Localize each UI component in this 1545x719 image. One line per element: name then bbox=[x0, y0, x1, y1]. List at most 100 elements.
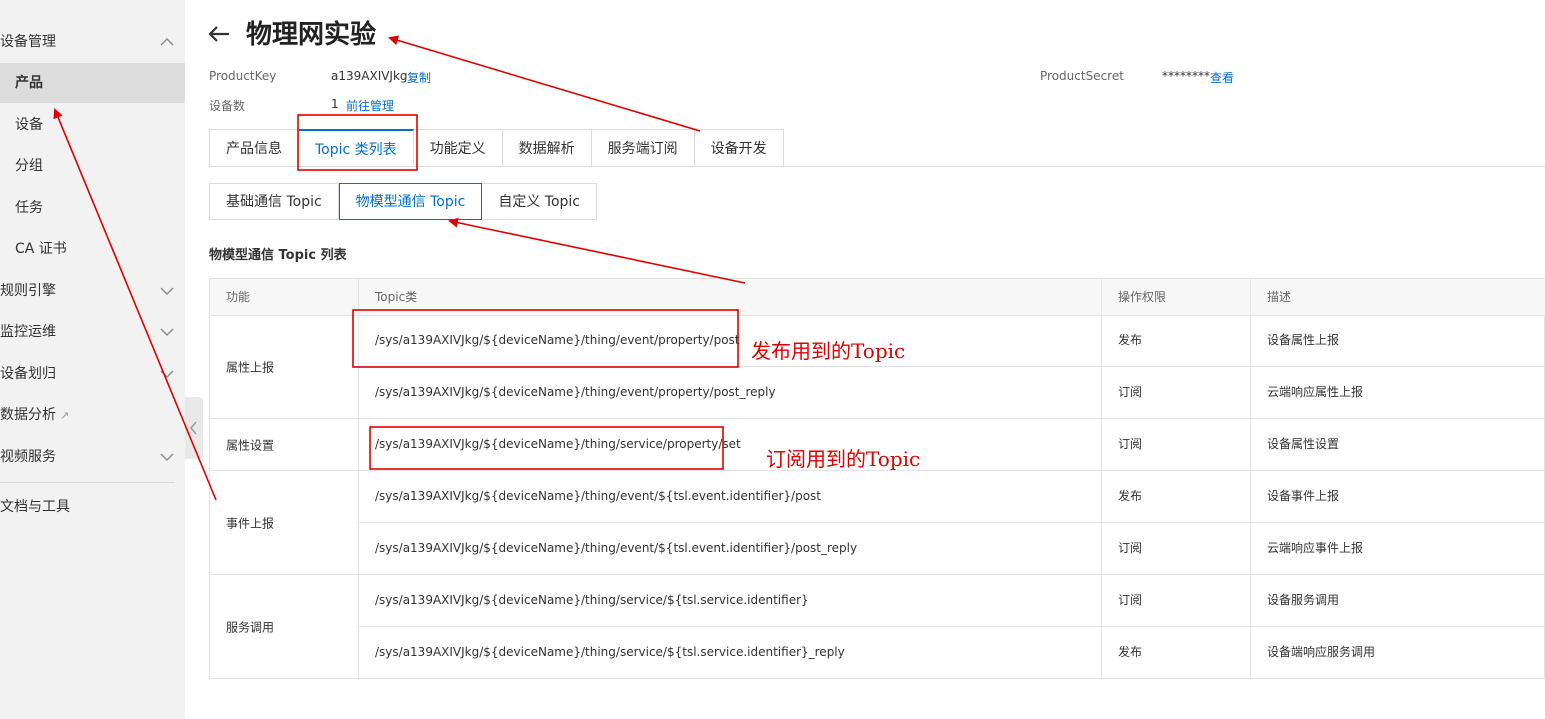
description-cell: 设备端响应服务调用 bbox=[1267, 645, 1376, 659]
table-row: /sys/a139AXIVJkg/${deviceName}/thing/ser… bbox=[359, 419, 1545, 471]
sidebar-item-label: 监控运维 bbox=[0, 324, 56, 340]
function-label: 事件上报 bbox=[226, 516, 275, 530]
arrow-left-icon[interactable] bbox=[205, 19, 235, 49]
sidebar-item-label: 分组 bbox=[15, 158, 43, 174]
table-row: /sys/a139AXIVJkg/${deviceName}/thing/eve… bbox=[359, 471, 1545, 523]
permission-cell: 订阅 bbox=[1118, 437, 1143, 451]
annotation-subscribe: 订阅用到的Topic bbox=[766, 447, 921, 471]
sidebar-item-label: 设备划归 bbox=[0, 366, 56, 382]
function-label: 属性上报 bbox=[226, 360, 275, 374]
sub-tabs: 基础通信 Topic 物模型通信 Topic 自定义 Topic bbox=[209, 183, 598, 220]
function-label: 服务调用 bbox=[226, 620, 275, 634]
description-cell: 云端响应属性上报 bbox=[1267, 385, 1364, 399]
tab-data-parsing[interactable]: 数据解析 bbox=[502, 129, 592, 167]
topic-cell: /sys/a139AXIVJkg/${deviceName}/thing/ser… bbox=[375, 437, 741, 451]
tab-server-subscription[interactable]: 服务端订阅 bbox=[591, 129, 695, 167]
function-cell: 事件上报 bbox=[210, 471, 359, 575]
sidebar-item-label: 产品 bbox=[15, 75, 43, 91]
device-count-value: 1 bbox=[331, 97, 339, 111]
tabs-divider bbox=[209, 166, 1545, 167]
table-row: /sys/a139AXIVJkg/${deviceName}/thing/ser… bbox=[359, 575, 1545, 627]
permission-cell: 发布 bbox=[1118, 333, 1143, 347]
chevron-down-icon bbox=[160, 370, 174, 378]
sidebar-item-docs-tools[interactable]: 文档与工具 bbox=[0, 487, 185, 527]
column-header-permission: 操作权限 bbox=[1118, 290, 1167, 304]
sidebar-item-task[interactable]: 任务 bbox=[0, 188, 185, 228]
sidebar-item-video-service[interactable]: 视频服务 bbox=[0, 437, 185, 477]
description-cell: 设备属性设置 bbox=[1267, 437, 1340, 451]
sidebar: 设备管理 产品 设备 分组 任务 CA 证书 规则引擎 监控运维 设备划归 数据… bbox=[0, 0, 185, 719]
annotation-publish: 发布用到的Topic bbox=[751, 339, 906, 363]
sidebar-item-label: 视频服务 bbox=[0, 449, 56, 465]
chevron-down-icon bbox=[160, 453, 174, 461]
sidebar-item-label: 数据分析 bbox=[0, 407, 56, 423]
product-key-label: ProductKey bbox=[209, 69, 277, 83]
chevron-up-icon bbox=[160, 38, 174, 46]
sidebar-item-label: 规则引擎 bbox=[0, 283, 56, 299]
tab-product-info[interactable]: 产品信息 bbox=[209, 129, 299, 167]
sidebar-divider bbox=[0, 482, 175, 483]
main-tabs: 产品信息 Topic 类列表 功能定义 数据解析 服务端订阅 设备开发 bbox=[209, 129, 784, 167]
sidebar-item-label: 设备管理 bbox=[0, 34, 56, 50]
column-header-topic: Topic类 bbox=[375, 290, 418, 304]
chevron-down-icon bbox=[160, 328, 174, 336]
chevron-left-icon bbox=[190, 421, 197, 435]
permission-cell: 订阅 bbox=[1118, 541, 1143, 555]
product-secret-label: ProductSecret bbox=[1040, 69, 1124, 83]
sidebar-item-label: CA 证书 bbox=[15, 241, 67, 257]
sidebar-item-ca-cert[interactable]: CA 证书 bbox=[0, 229, 185, 269]
chevron-down-icon bbox=[160, 287, 174, 295]
annotation-arrow bbox=[388, 35, 701, 132]
subtab-tsl-topic[interactable]: 物模型通信 Topic bbox=[338, 183, 483, 220]
sidebar-item-label: 文档与工具 bbox=[0, 499, 70, 515]
permission-cell: 订阅 bbox=[1118, 593, 1143, 607]
view-secret-link[interactable]: 查看 bbox=[1210, 69, 1234, 86]
topic-cell: /sys/a139AXIVJkg/${deviceName}/thing/ser… bbox=[375, 593, 809, 607]
function-cell: 服务调用 bbox=[210, 575, 359, 678]
tab-function-definition[interactable]: 功能定义 bbox=[413, 129, 503, 167]
table-row: /sys/a139AXIVJkg/${deviceName}/thing/eve… bbox=[359, 315, 1545, 367]
table-row: /sys/a139AXIVJkg/${deviceName}/thing/eve… bbox=[359, 367, 1545, 419]
table-row: /sys/a139AXIVJkg/${deviceName}/thing/eve… bbox=[359, 523, 1545, 575]
subtab-custom-topic[interactable]: 自定义 Topic bbox=[482, 183, 598, 220]
description-cell: 设备服务调用 bbox=[1267, 593, 1340, 607]
sidebar-item-monitoring[interactable]: 监控运维 bbox=[0, 312, 185, 352]
description-cell: 云端响应事件上报 bbox=[1267, 541, 1364, 555]
product-key-value: a139AXIVJkg bbox=[331, 69, 408, 83]
annotation-arrow bbox=[448, 217, 746, 284]
topic-cell: /sys/a139AXIVJkg/${deviceName}/thing/eve… bbox=[375, 489, 821, 503]
sidebar-item-device-management[interactable]: 设备管理 bbox=[0, 22, 185, 62]
sidebar-collapse-handle[interactable] bbox=[185, 397, 203, 459]
description-cell: 设备属性上报 bbox=[1267, 333, 1340, 347]
sidebar-item-label: 任务 bbox=[15, 200, 43, 216]
function-cell: 属性上报 bbox=[210, 315, 359, 419]
column-header-description: 描述 bbox=[1267, 290, 1292, 304]
sidebar-item-device[interactable]: 设备 bbox=[0, 105, 185, 145]
sidebar-item-device-assign[interactable]: 设备划归 bbox=[0, 354, 185, 394]
topic-cell: /sys/a139AXIVJkg/${deviceName}/thing/ser… bbox=[375, 645, 845, 659]
section-title: 物模型通信 Topic 列表 bbox=[209, 248, 347, 263]
page-title: 物理网实验 bbox=[246, 20, 377, 50]
product-secret-value: ******** bbox=[1162, 69, 1210, 83]
tab-topic-list[interactable]: Topic 类列表 bbox=[299, 129, 414, 167]
copy-link[interactable]: 复制 bbox=[407, 69, 431, 86]
sidebar-item-data-analysis[interactable]: 数据分析 ↗ bbox=[0, 395, 185, 435]
function-label: 属性设置 bbox=[226, 438, 275, 452]
permission-cell: 订阅 bbox=[1118, 385, 1143, 399]
table-row: /sys/a139AXIVJkg/${deviceName}/thing/ser… bbox=[359, 627, 1545, 678]
sidebar-item-product[interactable]: 产品 bbox=[0, 63, 185, 103]
external-link-icon: ↗ bbox=[60, 409, 70, 422]
topic-cell: /sys/a139AXIVJkg/${deviceName}/thing/eve… bbox=[375, 541, 858, 555]
function-cell: 属性设置 bbox=[210, 419, 359, 471]
sidebar-item-label: 设备 bbox=[15, 117, 43, 133]
sidebar-item-rule-engine[interactable]: 规则引擎 bbox=[0, 271, 185, 311]
device-count-label: 设备数 bbox=[209, 99, 246, 113]
subtab-basic-topic[interactable]: 基础通信 Topic bbox=[209, 183, 339, 220]
sidebar-item-group[interactable]: 分组 bbox=[0, 146, 185, 186]
tab-device-development[interactable]: 设备开发 bbox=[694, 129, 784, 167]
description-cell: 设备事件上报 bbox=[1267, 489, 1340, 503]
topic-cell: /sys/a139AXIVJkg/${deviceName}/thing/eve… bbox=[375, 385, 776, 399]
permission-cell: 发布 bbox=[1118, 489, 1143, 503]
table-header: 功能 Topic类 操作权限 描述 bbox=[210, 279, 1545, 316]
manage-devices-link[interactable]: 前往管理 bbox=[346, 97, 394, 114]
